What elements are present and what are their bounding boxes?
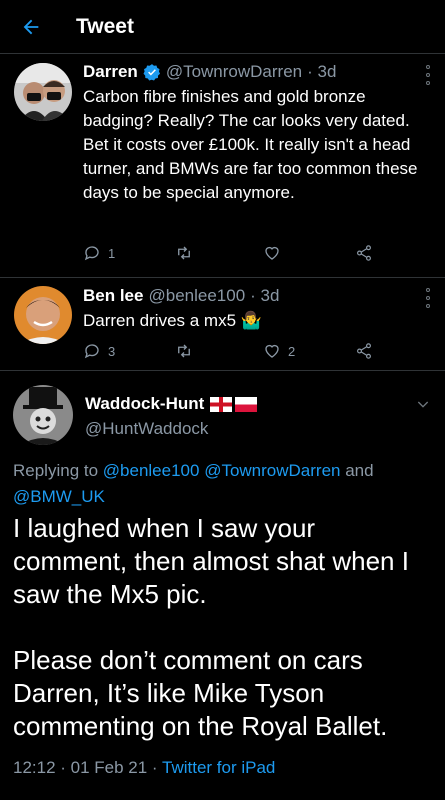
chevron-down-icon[interactable]	[415, 396, 431, 412]
tweet-text: I laughed when I saw your comment, then …	[13, 513, 409, 741]
author-handle[interactable]: @HuntWaddock	[85, 419, 257, 439]
page-title: Tweet	[76, 14, 134, 38]
reply-icon	[84, 344, 99, 359]
source-link[interactable]: Twitter for iPad	[162, 758, 275, 777]
top-bar: Tweet	[0, 0, 445, 54]
retweet-button[interactable]	[175, 244, 193, 262]
author-handle[interactable]: @benlee100	[148, 285, 245, 307]
author-handle[interactable]: @TownrowDarren	[166, 61, 302, 83]
tweet-time: · 3d	[250, 286, 280, 305]
reply-button[interactable]: 1	[83, 244, 115, 262]
divider	[0, 370, 445, 371]
share-button[interactable]	[355, 342, 373, 360]
reply-button[interactable]: 3	[83, 342, 115, 360]
retweet-button[interactable]	[175, 342, 193, 360]
avatar[interactable]	[13, 385, 73, 445]
mention-link[interactable]: @benlee100	[103, 461, 200, 480]
reply-count: 3	[108, 343, 116, 359]
like-count: 2	[288, 343, 296, 359]
arrow-left-icon	[23, 19, 39, 34]
more-options-icon[interactable]	[423, 288, 433, 308]
reply-tweet[interactable]: Darren @TownrowDarren · 3d Carbon fibre …	[0, 55, 445, 277]
reply-tweet[interactable]: Ben lee @benlee100 · 3d Darren drives a …	[0, 278, 445, 370]
share-button[interactable]	[355, 244, 373, 262]
author-name[interactable]: Waddock-Hunt	[85, 394, 204, 414]
share-icon	[357, 343, 371, 359]
tweet-timestamp: 12:12 · 01 Feb 21 · Twitter for iPad	[13, 758, 276, 777]
tweet-text: Carbon fibre finishes and gold bronze ba…	[83, 87, 418, 202]
like-button[interactable]: 2	[263, 342, 295, 360]
tweet-time: · 3d	[307, 62, 337, 81]
mention-link[interactable]: @BMW_UK	[13, 487, 105, 506]
more-options-icon[interactable]	[423, 65, 433, 85]
verified-badge-icon	[143, 64, 160, 81]
like-button[interactable]	[263, 244, 281, 262]
tweet-text: Darren drives a mx5 🤷‍♂️	[83, 311, 262, 330]
back-button[interactable]	[4, 0, 58, 54]
poland-flag-icon	[235, 396, 258, 412]
replying-to: Replying to @benlee100 @TownrowDarren an…	[13, 461, 374, 506]
england-flag-icon	[210, 396, 233, 412]
heart-icon	[265, 246, 279, 260]
author-name[interactable]: Darren	[83, 61, 138, 83]
avatar[interactable]	[14, 286, 72, 344]
retweet-icon	[178, 344, 190, 358]
mention-link[interactable]: @TownrowDarren	[204, 461, 340, 480]
share-icon	[357, 245, 371, 261]
heart-icon	[265, 344, 279, 358]
main-author: Waddock-Hunt @HuntWaddock	[85, 394, 258, 439]
avatar[interactable]	[14, 63, 72, 121]
reply-count: 1	[108, 245, 116, 261]
author-name[interactable]: Ben lee	[83, 285, 143, 307]
reply-icon	[84, 246, 99, 261]
retweet-icon	[178, 246, 190, 260]
